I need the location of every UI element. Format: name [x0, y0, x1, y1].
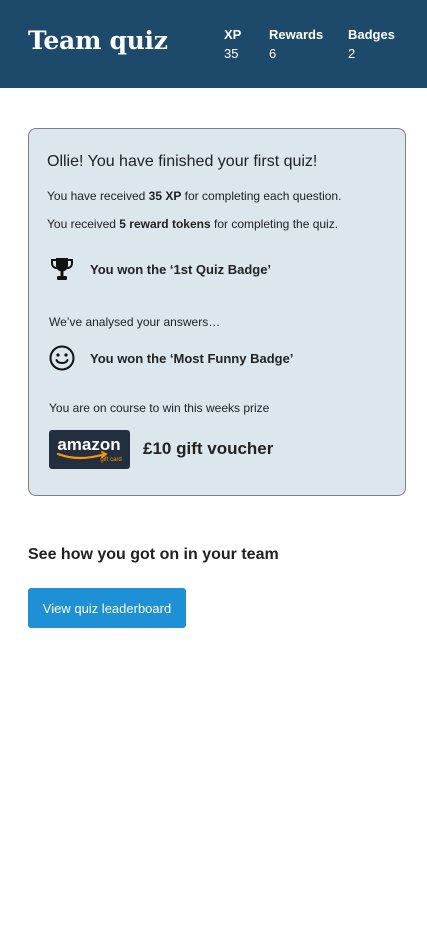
result-heading: Ollie! You have finished your first quiz… — [47, 153, 318, 170]
quiz-result-card: Ollie! You have finished your first quiz… — [28, 128, 406, 496]
analysed-note: We’ve analysed your answers… — [49, 315, 221, 329]
xp-line-suffix: for completing each question. — [181, 189, 342, 203]
xp-line-prefix: You have received — [47, 189, 149, 203]
stat-xp: XP 35 — [224, 27, 241, 61]
amazon-logo-subtext: gift card — [100, 457, 121, 463]
funny-badge-award: You won the ‘Most Funny Badge’ — [49, 344, 293, 372]
smiley-icon — [49, 345, 75, 371]
app-header: Team quiz XP 35 Rewards 6 Badges 2 — [0, 0, 427, 88]
xp-received-line: You have received 35 XP for completing e… — [47, 189, 341, 203]
stat-rewards: Rewards 6 — [269, 27, 323, 61]
trophy-icon — [49, 256, 75, 282]
tokens-line-suffix: for completing the quiz. — [210, 217, 339, 231]
xp-amount: 35 XP — [148, 189, 182, 203]
stat-badges: Badges 2 — [348, 27, 395, 61]
app-title: Team quiz — [28, 26, 168, 55]
tokens-received-line: You received 5 reward tokens for complet… — [47, 217, 338, 231]
team-section-heading: See how you got on in your team — [28, 546, 279, 563]
tokens-line-prefix: You received — [47, 217, 120, 231]
stat-badges-value: 2 — [348, 46, 356, 61]
stat-rewards-label: Rewards — [269, 27, 324, 42]
funny-badge-award-text: You won the ‘Most Funny Badge’ — [90, 350, 294, 366]
view-leaderboard-button[interactable]: View quiz leaderboard — [28, 588, 186, 628]
stat-xp-label: XP — [224, 27, 242, 42]
tokens-amount: 5 reward tokens — [119, 217, 211, 231]
stat-xp-value: 35 — [224, 46, 239, 61]
stat-rewards-value: 6 — [269, 46, 277, 61]
quiz-badge-award-text: You won the ‘1st Quiz Badge’ — [90, 261, 272, 277]
prize-note: You are on course to win this weeks priz… — [49, 401, 270, 415]
prize-text: £10 gift voucher — [143, 439, 274, 458]
amazon-logo-text: amazon — [57, 435, 120, 454]
prize-row: amazon gift card £10 gift voucher — [49, 430, 389, 469]
stat-badges-label: Badges — [348, 27, 395, 42]
amazon-gift-card-logo: amazon gift card — [49, 430, 130, 469]
quiz-badge-award: You won the ‘1st Quiz Badge’ — [49, 256, 271, 282]
